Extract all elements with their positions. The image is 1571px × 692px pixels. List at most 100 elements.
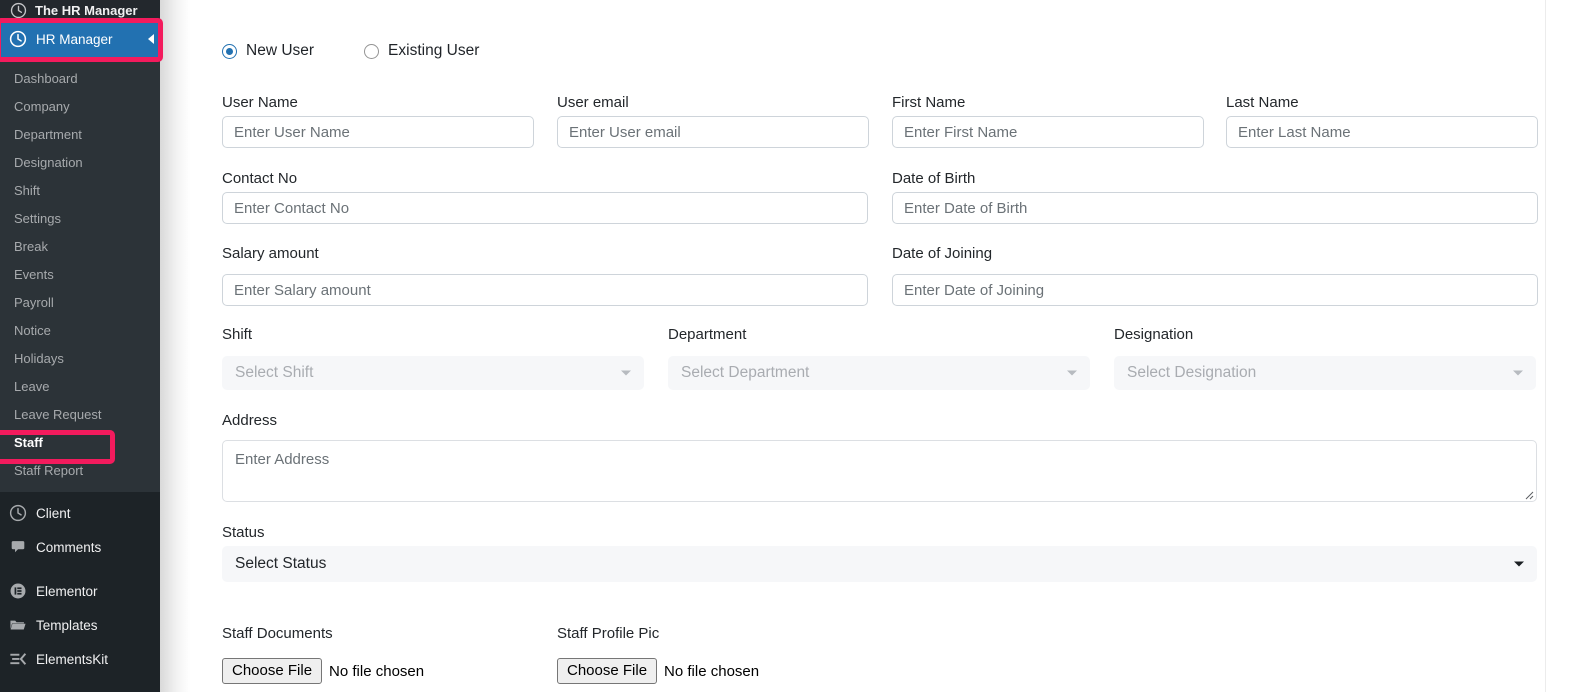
sidebar-item-notice[interactable]: Notice xyxy=(0,316,160,344)
sidebar-item-templates[interactable]: Templates xyxy=(0,608,160,642)
sidebar-item-settings[interactable]: Settings xyxy=(0,204,160,232)
select-status[interactable]: Select Status xyxy=(222,546,1537,582)
sidebar-item-holidays[interactable]: Holidays xyxy=(0,344,160,372)
sidebar-item-dashboard[interactable]: Dashboard xyxy=(0,64,160,92)
radio-new-user-label: New User xyxy=(246,42,315,59)
sidebar-item-client[interactable]: Client xyxy=(0,496,160,530)
sidebar-item-label: Settings xyxy=(14,210,61,226)
sidebar-item-label: ElementsKit xyxy=(36,651,109,667)
label-first-name: First Name xyxy=(892,94,966,111)
select-designation[interactable]: Select Designation xyxy=(1114,356,1536,390)
select-department[interactable]: Select Department xyxy=(668,356,1090,390)
input-salary-amount-placeholder: Enter Salary amount xyxy=(234,281,371,299)
file-input-staff-profile-pic[interactable]: Choose File No file chosen xyxy=(557,658,759,684)
sidebar-item-department[interactable]: Department xyxy=(0,120,160,148)
sidebar-item-staff-report[interactable]: Staff Report xyxy=(0,456,160,484)
clock-icon xyxy=(8,29,28,49)
sidebar-item-shift[interactable]: Shift xyxy=(0,176,160,204)
elementor-icon xyxy=(8,581,28,601)
textarea-address[interactable]: Enter Address xyxy=(222,440,1537,502)
sidebar-item-label: Notice xyxy=(14,322,51,338)
input-user-email[interactable]: Enter User email xyxy=(557,116,869,148)
radio-new-user-control[interactable] xyxy=(222,43,237,59)
file-input-staff-documents[interactable]: Choose File No file chosen xyxy=(222,658,424,684)
chevron-down-icon xyxy=(1067,370,1077,376)
chevron-down-icon xyxy=(621,370,631,376)
input-contact-no-placeholder: Enter Contact No xyxy=(234,199,350,217)
input-last-name-placeholder: Enter Last Name xyxy=(1238,123,1351,141)
input-date-of-birth-placeholder: Enter Date of Birth xyxy=(904,199,1028,217)
chevron-down-icon xyxy=(1514,561,1524,567)
choose-file-button-staff-profile-pic[interactable]: Choose File xyxy=(557,658,658,684)
input-date-of-birth[interactable]: Enter Date of Birth xyxy=(892,192,1538,224)
sidebar-item-leave[interactable]: Leave xyxy=(0,372,160,400)
label-staff-documents: Staff Documents xyxy=(222,625,333,642)
label-staff-profile-pic: Staff Profile Pic xyxy=(557,625,660,642)
input-date-of-joining[interactable]: Enter Date of Joining xyxy=(892,274,1538,306)
input-date-of-joining-placeholder: Enter Date of Joining xyxy=(904,281,1045,299)
sidebar-item-label: Company xyxy=(14,98,70,114)
clock-icon xyxy=(8,0,28,20)
radio-existing-user-label: Existing User xyxy=(388,42,480,59)
sidebar-divider-space xyxy=(0,564,160,574)
sidebar-item-staff[interactable]: Staff xyxy=(0,428,160,456)
label-status: Status xyxy=(222,524,265,541)
sidebar-item-label: Dashboard xyxy=(14,70,78,86)
input-salary-amount[interactable]: Enter Salary amount xyxy=(222,274,868,306)
select-shift[interactable]: Select Shift xyxy=(222,356,644,390)
label-date-of-joining: Date of Joining xyxy=(892,245,993,262)
file-status-staff-documents: No file chosen xyxy=(329,662,425,680)
input-contact-no[interactable]: Enter Contact No xyxy=(222,192,868,224)
sidebar-item-label: Leave xyxy=(14,378,50,394)
sidebar-item-company[interactable]: Company xyxy=(0,92,160,120)
sidebar-content-gutter xyxy=(160,0,190,692)
resize-handle-icon[interactable] xyxy=(1522,487,1534,500)
label-designation: Designation xyxy=(1114,326,1194,343)
sidebar-item-comments[interactable]: Comments xyxy=(0,530,160,564)
select-status-value: Select Status xyxy=(235,555,327,572)
sidebar-brand-label: The HR Manager xyxy=(35,2,138,18)
sidebar-item-hr-manager[interactable]: HR Manager xyxy=(0,20,160,58)
sidebar-item-label: Designation xyxy=(14,154,83,170)
file-status-staff-profile-pic: No file chosen xyxy=(664,662,760,680)
sidebar-item-designation[interactable]: Designation xyxy=(0,148,160,176)
sidebar-item-label: Holidays xyxy=(14,350,64,366)
input-first-name-placeholder: Enter First Name xyxy=(904,123,1018,141)
input-last-name[interactable]: Enter Last Name xyxy=(1226,116,1538,148)
sidebar-item-events[interactable]: Events xyxy=(0,260,160,288)
textarea-address-placeholder: Enter Address xyxy=(235,451,330,468)
label-address: Address xyxy=(222,412,278,429)
sidebar-item-label: Break xyxy=(14,238,48,254)
sidebar-bottom-menu: Client Comments Elementor Templates Elem… xyxy=(0,492,160,676)
sidebar-item-hr-manager-label: HR Manager xyxy=(36,31,113,47)
page-root: The HR Manager HR Manager Dashboard Comp… xyxy=(0,0,1571,692)
choose-file-button-staff-documents[interactable]: Choose File xyxy=(222,658,323,684)
sidebar-item-leave-request[interactable]: Leave Request xyxy=(0,400,160,428)
label-salary-amount: Salary amount xyxy=(222,245,319,262)
sidebar-item-label: Events xyxy=(14,266,54,282)
sidebar-item-label: Staff xyxy=(14,434,43,450)
select-designation-value: Select Designation xyxy=(1127,364,1257,381)
input-user-name[interactable]: Enter User Name xyxy=(222,116,534,148)
sidebar-item-label: Shift xyxy=(14,182,41,198)
sidebar-brand[interactable]: The HR Manager xyxy=(0,0,160,20)
sidebar-submenu: Dashboard Company Department Designation… xyxy=(0,58,160,492)
admin-sidebar: The HR Manager HR Manager Dashboard Comp… xyxy=(0,0,160,692)
label-user-name: User Name xyxy=(222,94,298,111)
input-first-name[interactable]: Enter First Name xyxy=(892,116,1204,148)
sidebar-item-label: Payroll xyxy=(14,294,54,310)
collapse-arrow-icon xyxy=(148,34,154,44)
sidebar-item-label: Client xyxy=(36,505,71,521)
main-content: New User Existing User User Name Enter U… xyxy=(190,0,1571,692)
sidebar-item-label: Comments xyxy=(36,539,102,555)
clock-icon xyxy=(8,503,28,523)
sidebar-item-elementskit[interactable]: ElementsKit xyxy=(0,642,160,676)
sidebar-item-elementor[interactable]: Elementor xyxy=(0,574,160,608)
radio-existing-user-control[interactable] xyxy=(364,43,380,59)
label-contact-no: Contact No xyxy=(222,170,298,187)
radio-new-user[interactable]: New User xyxy=(222,42,314,60)
label-date-of-birth: Date of Birth xyxy=(892,170,976,187)
sidebar-item-break[interactable]: Break xyxy=(0,232,160,260)
sidebar-item-payroll[interactable]: Payroll xyxy=(0,288,160,316)
radio-existing-user[interactable]: Existing User xyxy=(364,42,479,60)
